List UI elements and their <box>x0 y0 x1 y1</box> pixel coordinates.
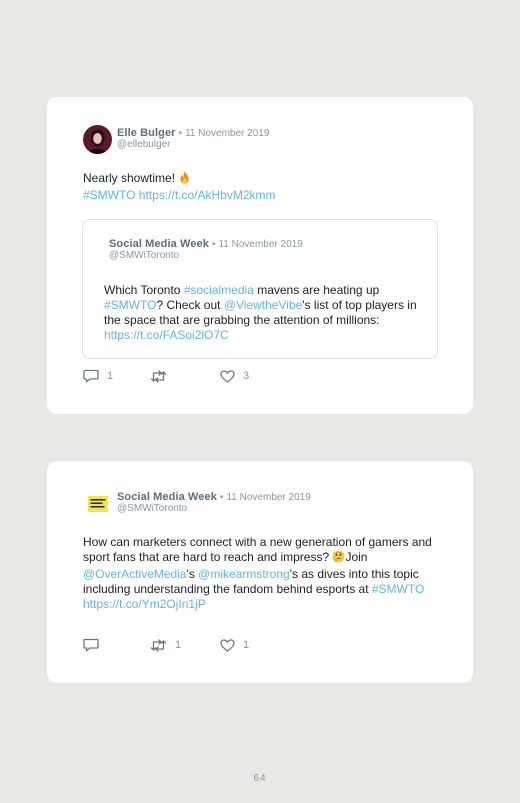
tweet-text: Nearly showtime! #SMWTO https://t.co/AkH… <box>83 171 276 203</box>
reply-icon <box>83 369 99 383</box>
retweet-icon <box>150 369 167 383</box>
text-segment: Which Toronto <box>104 283 184 297</box>
hashtag-link[interactable]: #SMWTO <box>83 188 135 202</box>
retweet-button[interactable] <box>150 369 220 383</box>
like-button[interactable]: 1 <box>220 638 250 652</box>
text-segment: How can marketers connect with a new gen… <box>83 535 432 564</box>
like-button[interactable]: 3 <box>220 369 250 383</box>
quoted-author-name[interactable]: Social Media Week <box>109 238 209 250</box>
mention-link[interactable]: @OverActiveMedia <box>83 567 187 581</box>
avatar[interactable] <box>83 489 112 518</box>
quoted-author-row: Social Media Week • 11 November 2019 @SM… <box>109 238 303 261</box>
text-segment: 's <box>186 567 199 581</box>
reply-count: 1 <box>107 370 114 382</box>
url-link[interactable]: https://t.co/Ym2OjIn1jP <box>83 597 206 611</box>
heart-icon <box>220 369 235 383</box>
tweet-card-1: Elle Bulger • 11 November 2019 @ellebulg… <box>47 97 473 414</box>
tweet-author-row: Elle Bulger • 11 November 2019 @ellebulg… <box>83 125 269 154</box>
quoted-author-handle[interactable]: @SMWiToronto <box>109 250 303 261</box>
retweet-count: 1 <box>175 639 182 651</box>
heart-icon <box>220 638 235 652</box>
author-name[interactable]: Social Media Week <box>117 491 217 503</box>
quoted-tweet-text: Which Toronto #socialmedia mavens are he… <box>104 283 424 343</box>
tweet-date[interactable]: 11 November 2019 <box>185 128 269 139</box>
tweet-text: How can marketers connect with a new gen… <box>83 535 439 612</box>
retweet-icon <box>150 638 167 652</box>
like-count: 1 <box>243 639 250 651</box>
author-handle[interactable]: @ellebulger <box>117 139 269 150</box>
tweet-date[interactable]: 11 November 2019 <box>226 492 310 503</box>
fire-icon <box>178 171 191 188</box>
text-segment: ? Check out <box>156 298 224 312</box>
hashtag-link[interactable]: #SMWTO <box>104 298 156 312</box>
hashtag-link[interactable]: #SMWTO <box>372 582 424 596</box>
mention-link[interactable]: @mikearmstrong <box>198 567 290 581</box>
reply-button[interactable] <box>83 638 150 652</box>
tweet-card-2: Social Media Week • 11 November 2019 @SM… <box>47 461 473 683</box>
url-link[interactable]: https://t.co/AkHbvM2kmm <box>139 188 276 202</box>
avatar[interactable] <box>83 125 112 154</box>
retweet-button[interactable]: 1 <box>150 638 220 652</box>
tweet-actions: 1 1 <box>83 638 249 652</box>
like-count: 3 <box>243 370 250 382</box>
author-handle[interactable]: @SMWiToronto <box>117 503 311 514</box>
reply-icon <box>83 638 99 652</box>
reply-button[interactable]: 1 <box>83 369 150 383</box>
tweet-author-row: Social Media Week • 11 November 2019 @SM… <box>83 491 311 518</box>
text-segment: Join <box>345 550 368 564</box>
mention-link[interactable]: @ViewtheVibe <box>224 298 302 312</box>
hashtag-link[interactable]: #socialmedia <box>184 283 254 297</box>
quoted-tweet-date[interactable]: 11 November 2019 <box>218 239 302 250</box>
page-number: 64 <box>253 773 267 784</box>
text-segment: mavens are heating up <box>253 283 380 297</box>
quoted-tweet[interactable]: Social Media Week • 11 November 2019 @SM… <box>82 219 438 359</box>
tweet-text-line: Nearly showtime! <box>83 171 176 185</box>
thinking-face-icon <box>332 550 345 567</box>
author-name[interactable]: Elle Bulger <box>117 127 176 139</box>
separator-dot: • <box>219 492 224 503</box>
tweet-actions: 1 3 <box>83 369 249 383</box>
separator-dot: • <box>211 239 216 250</box>
separator-dot: • <box>178 128 183 139</box>
url-link[interactable]: https://t.co/FASoi2lO7C <box>104 328 229 342</box>
